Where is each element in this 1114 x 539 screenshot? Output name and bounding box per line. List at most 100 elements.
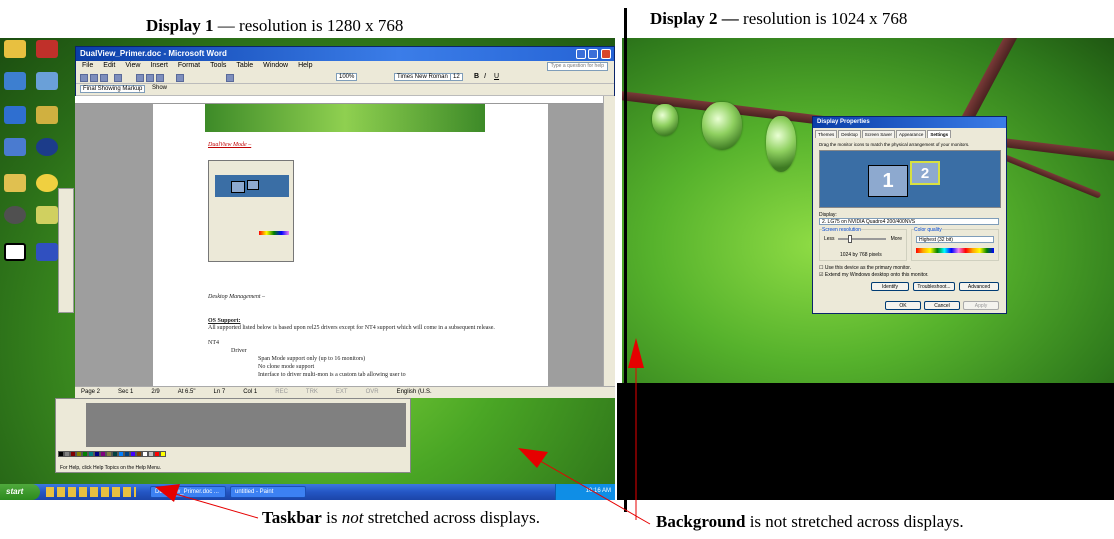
italic-button[interactable]: I: [484, 73, 486, 80]
tab-settings[interactable]: Settings: [927, 130, 952, 138]
display-properties-dialog[interactable]: Display Properties Themes Desktop Screen…: [812, 116, 1007, 314]
table-icon[interactable]: [226, 74, 234, 82]
desktop-icon-network[interactable]: [4, 72, 26, 90]
paint-canvas[interactable]: [86, 403, 406, 447]
paint-toolbox: [58, 188, 74, 313]
resolution-slider-thumb[interactable]: [848, 235, 852, 243]
save-icon[interactable]: [100, 74, 108, 82]
display2-unused-area: [617, 383, 1114, 500]
print-icon[interactable]: [114, 74, 122, 82]
horizontal-ruler[interactable]: [75, 96, 615, 104]
clock[interactable]: 10:16 AM: [586, 488, 611, 494]
resolution-label: Screen resolution: [822, 227, 861, 233]
start-button[interactable]: start: [0, 484, 40, 500]
font-name-select[interactable]: Times New Roman: [394, 73, 451, 81]
underline-button[interactable]: U: [494, 73, 499, 80]
maximize-button[interactable]: [588, 49, 598, 59]
tab-desktop[interactable]: Desktop: [838, 130, 861, 138]
tab-themes[interactable]: Themes: [815, 130, 838, 138]
desktop-icon-folder[interactable]: [36, 106, 58, 124]
menu-table[interactable]: Table: [236, 62, 253, 71]
cut-icon[interactable]: [136, 74, 144, 82]
document-page[interactable]: DualView Mode – Desktop Management – OS …: [153, 104, 548, 386]
desktop-icon-app3[interactable]: [4, 206, 26, 224]
desktop-icon-app6[interactable]: [36, 243, 58, 261]
monitor-1[interactable]: 1: [868, 165, 908, 197]
menu-view[interactable]: View: [125, 62, 140, 71]
font-size-select[interactable]: 12: [450, 73, 463, 81]
desktop-icon-globe[interactable]: [36, 138, 58, 156]
extend-desktop-label: Extend my Windows desktop onto this moni…: [824, 272, 929, 278]
dialog-titlebar[interactable]: Display Properties: [813, 117, 1006, 128]
markup-select[interactable]: Final Showing Markup: [80, 85, 146, 93]
ok-button[interactable]: OK: [885, 301, 921, 310]
undo-icon[interactable]: [176, 74, 184, 82]
display1-caption-bold: Display 1: [146, 16, 214, 35]
desktop-icon-ie[interactable]: [4, 106, 26, 124]
resolution-value: 1024 by 768 pixels: [840, 252, 882, 258]
desktop-icon-acrobat[interactable]: [36, 40, 58, 58]
tab-screen-saver[interactable]: Screen Saver: [861, 130, 896, 138]
paint-status: For Help, click Help Topics on the Help …: [60, 465, 162, 471]
quicklaunch-icons[interactable]: [46, 487, 136, 497]
dialog-instruction: Drag the monitor icons to match the phys…: [819, 142, 970, 147]
help-search-box[interactable]: Type a question for help: [546, 62, 608, 71]
paste-icon[interactable]: [156, 74, 164, 82]
taskbar: start DualView_Primer.doc ... untitled -…: [0, 484, 615, 500]
word-titlebar[interactable]: DualView_Primer.doc - Microsoft Word: [76, 47, 614, 61]
color-quality-label: Color quality: [914, 227, 942, 233]
color-quality-select[interactable]: Highest (32 bit): [916, 236, 994, 243]
desktop-icon-mycomputer[interactable]: [4, 40, 26, 58]
vertical-scrollbar[interactable]: [603, 96, 615, 386]
word-statusbar: Page 2 Sec 1 2/9 At 6.5" Ln 7 Col 1 REC …: [75, 386, 615, 398]
zoom-select[interactable]: 100%: [336, 73, 358, 81]
sub-item-3: Interface to driver multi-mon is a custo…: [258, 372, 406, 378]
identify-button[interactable]: Identify: [871, 282, 909, 291]
more-label: More: [890, 236, 902, 242]
advanced-button[interactable]: Advanced: [959, 282, 999, 291]
taskbar-caption-mid: is: [321, 508, 342, 527]
bold-button[interactable]: B: [474, 73, 479, 80]
desktop-icon-app4[interactable]: [36, 206, 58, 224]
monitor-2[interactable]: 2: [910, 161, 940, 185]
primary-monitor-label: Use this device as the primary monitor.: [824, 265, 912, 271]
taskbar-item-paint[interactable]: untitled - Paint: [230, 486, 306, 498]
status-ovr: OVR: [365, 389, 379, 395]
desktop-icon-recycle[interactable]: [36, 72, 58, 90]
desktop-icon-app5[interactable]: [4, 243, 26, 261]
menu-edit[interactable]: Edit: [103, 62, 115, 71]
new-icon[interactable]: [80, 74, 88, 82]
resolution-slider[interactable]: [838, 238, 886, 240]
taskbar-item-word[interactable]: DualView_Primer.doc ...: [150, 486, 226, 498]
paint-window[interactable]: For Help, click Help Topics on the Help …: [55, 398, 411, 473]
menu-tools[interactable]: Tools: [210, 62, 226, 71]
menu-insert[interactable]: Insert: [150, 62, 168, 71]
color-quality-bar: [916, 248, 994, 253]
document-gutter-left: [75, 104, 155, 386]
desktop-icon-app2[interactable]: [36, 174, 58, 192]
desktop-icon-app1[interactable]: [4, 174, 26, 192]
tab-appearance[interactable]: Appearance: [896, 130, 927, 138]
menu-format[interactable]: Format: [178, 62, 200, 71]
display1-caption: Display 1 — resolution is 1280 x 768: [146, 16, 403, 36]
minimize-button[interactable]: [576, 49, 586, 59]
show-menu[interactable]: Show: [152, 85, 167, 91]
apply-button[interactable]: Apply: [963, 301, 999, 310]
dialog-tabs: Themes Desktop Screen Saver Appearance S…: [813, 128, 1006, 138]
display-select[interactable]: 2. LG75 on NVIDIA Quadro4 200/400NVS: [819, 218, 999, 225]
copy-icon[interactable]: [146, 74, 154, 82]
menu-help[interactable]: Help: [298, 62, 312, 71]
primary-monitor-checkbox[interactable]: ☐ Use this device as the primary monitor…: [819, 265, 911, 271]
cancel-button[interactable]: Cancel: [924, 301, 960, 310]
status-line: Ln 7: [213, 389, 226, 395]
troubleshoot-button[interactable]: Troubleshoot...: [913, 282, 955, 291]
open-icon[interactable]: [90, 74, 98, 82]
desktop-icon-outlook[interactable]: [4, 138, 26, 156]
sub-item-1: Span Mode support only (up to 16 monitor…: [258, 356, 366, 362]
extend-desktop-checkbox[interactable]: ☑ Extend my Windows desktop onto this mo…: [819, 272, 929, 278]
paint-color-palette[interactable]: [58, 451, 188, 465]
close-button[interactable]: [601, 49, 611, 59]
menu-window[interactable]: Window: [263, 62, 288, 71]
menu-file[interactable]: File: [82, 62, 93, 71]
water-drop-1: [652, 104, 678, 136]
